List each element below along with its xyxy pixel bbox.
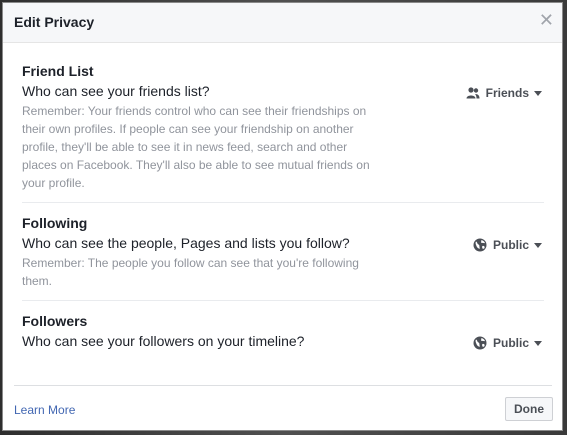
section-question: Who can see the people, Pages and lists … [22,235,350,251]
done-button[interactable]: Done [505,397,553,421]
globe-icon [473,336,487,350]
section-following: Following Who can see the people, Pages … [22,215,544,290]
section-divider [22,202,544,203]
audience-selector-friend-list[interactable]: Friends [466,86,542,100]
audience-selector-following[interactable]: Public [473,238,542,252]
section-followers: Followers Who can see your followers on … [22,313,544,352]
close-icon[interactable]: ✕ [539,10,554,30]
section-note: Remember: Your friends control who can s… [22,104,370,190]
section-friend-list: Friend List Who can see your friends lis… [22,63,544,192]
section-question: Who can see your followers on your timel… [22,333,305,349]
section-heading: Friend List [22,63,94,79]
section-note: Remember: The people you follow can see … [22,256,359,288]
audience-selector-followers[interactable]: Public [473,336,542,350]
edit-privacy-dialog: Edit Privacy ✕ Friend List Who can see y… [2,2,563,431]
audience-label: Public [492,238,529,252]
section-heading: Followers [22,313,88,329]
friends-icon [466,86,480,100]
section-divider [22,300,544,301]
audience-label: Public [492,336,529,350]
footer-divider [14,385,552,386]
dialog-title: Edit Privacy [14,14,95,30]
dialog-header: Edit Privacy ✕ [3,3,562,43]
learn-more-link[interactable]: Learn More [14,403,75,417]
audience-label: Friends [485,86,529,100]
globe-icon [473,238,487,252]
chevron-down-icon [534,90,542,96]
chevron-down-icon [534,242,542,248]
chevron-down-icon [534,340,542,346]
section-heading: Following [22,215,88,231]
